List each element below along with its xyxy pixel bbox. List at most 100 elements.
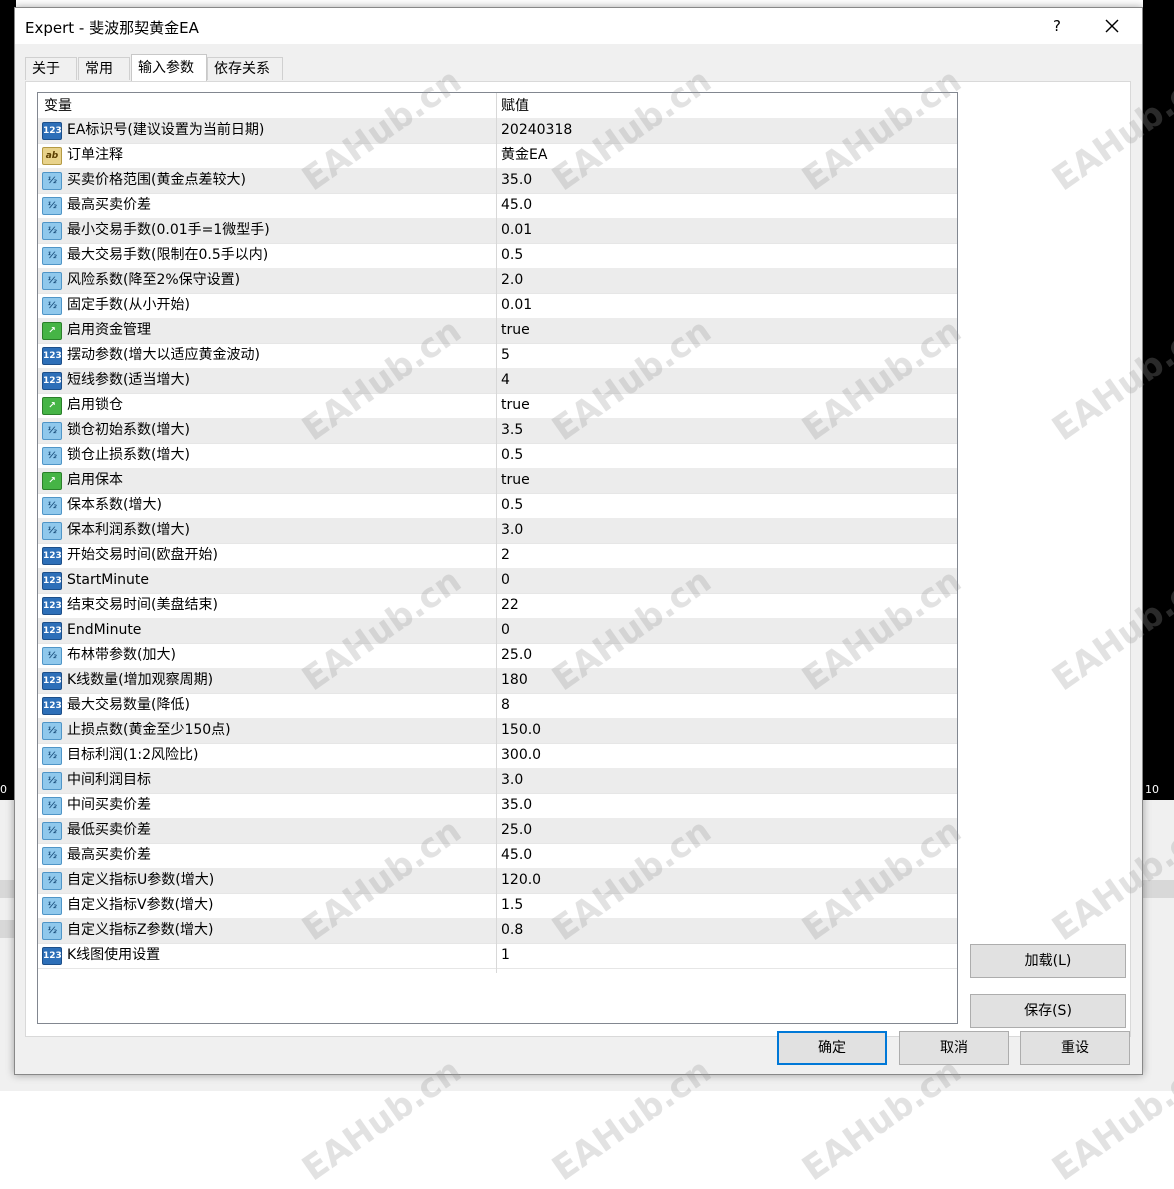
parameter-value[interactable]: true xyxy=(501,318,951,343)
int-type-icon: 123 xyxy=(42,672,62,690)
parameter-value[interactable]: 22 xyxy=(501,593,951,618)
parameter-name: 布林带参数(加大) xyxy=(67,647,176,663)
tab-common[interactable]: 常用 xyxy=(78,57,130,80)
parameter-name: 自定义指标Z参数(增大) xyxy=(67,922,214,938)
table-row[interactable]: ½ 最大交易手数(限制在0.5手以内) 0.5 xyxy=(38,243,957,269)
load-button[interactable]: 加载(L) xyxy=(970,944,1126,978)
table-row[interactable]: ½ 自定义指标Z参数(增大) 0.8 xyxy=(38,918,957,944)
table-row[interactable]: ↗ 启用资金管理 true xyxy=(38,318,957,344)
parameter-name-cell: ↗ 启用保本 xyxy=(40,468,494,493)
parameter-value[interactable]: true xyxy=(501,468,951,493)
table-row[interactable]: 123 短线参数(适当增大) 4 xyxy=(38,368,957,394)
table-row[interactable]: ½ 最低买卖价差 25.0 xyxy=(38,818,957,844)
tab-dependencies[interactable]: 依存关系 xyxy=(207,57,283,80)
parameter-name-cell: ½ 最高买卖价差 xyxy=(40,193,494,218)
parameter-value[interactable]: 0.8 xyxy=(501,918,951,943)
table-row[interactable]: ½ 最小交易手数(0.01手=1微型手) 0.01 xyxy=(38,218,957,244)
parameter-name: 最大交易数量(降低) xyxy=(67,697,190,713)
table-row[interactable]: ↗ 启用保本 true xyxy=(38,468,957,494)
parameters-grid[interactable]: 变量 赋值 123 EA标识号(建议设置为当前日期) 20240318 ab 订单注释 黄… xyxy=(37,92,958,1024)
parameter-value[interactable]: 0 xyxy=(501,618,951,643)
table-row[interactable]: ½ 最高买卖价差 45.0 xyxy=(38,193,957,219)
table-row[interactable]: ½ 中间利润目标 3.0 xyxy=(38,768,957,794)
parameter-value[interactable]: 1.5 xyxy=(501,893,951,918)
table-row[interactable]: ½ 保本利润系数(增大) 3.0 xyxy=(38,518,957,544)
parameter-value[interactable]: 2 xyxy=(501,543,951,568)
parameter-value[interactable]: 25.0 xyxy=(501,643,951,668)
parameter-value[interactable]: 3.5 xyxy=(501,418,951,443)
parameter-value[interactable]: 0.5 xyxy=(501,443,951,468)
table-row[interactable]: ½ 目标利润(1:2风险比) 300.0 xyxy=(38,743,957,769)
parameter-value[interactable]: 0.01 xyxy=(501,293,951,318)
parameter-name-cell: 123 结束交易时间(美盘结束) xyxy=(40,593,494,618)
parameter-value[interactable]: 0 xyxy=(501,568,951,593)
parameter-name: K线数量(增加观察周期) xyxy=(67,672,214,688)
table-row[interactable]: ½ 自定义指标U参数(增大) 120.0 xyxy=(38,868,957,894)
parameter-name-cell: 123 最大交易数量(降低) xyxy=(40,693,494,718)
table-row[interactable]: ½ 止损点数(黄金至少150点) 150.0 xyxy=(38,718,957,744)
table-row[interactable]: ½ 自定义指标V参数(增大) 1.5 xyxy=(38,893,957,919)
table-row[interactable]: 123 StartMinute 0 xyxy=(38,568,957,594)
parameter-name-cell: ↗ 启用锁仓 xyxy=(40,393,494,418)
parameter-value[interactable]: 0.01 xyxy=(501,218,951,243)
table-row[interactable]: ½ 锁仓初始系数(增大) 3.5 xyxy=(38,418,957,444)
table-row[interactable]: ½ 锁仓止损系数(增大) 0.5 xyxy=(38,443,957,469)
parameter-value[interactable]: 120.0 xyxy=(501,868,951,893)
parameter-value[interactable]: 35.0 xyxy=(501,793,951,818)
tab-about[interactable]: 关于 xyxy=(25,57,77,80)
table-row[interactable]: 123 EndMinute 0 xyxy=(38,618,957,644)
table-row[interactable]: 123 摆动参数(增大以适应黄金波动) 5 xyxy=(38,343,957,369)
parameter-value[interactable]: 45.0 xyxy=(501,193,951,218)
tab-inputs[interactable]: 输入参数 xyxy=(131,54,207,81)
parameter-value[interactable]: 1 xyxy=(501,943,951,968)
parameter-value[interactable]: 20240318 xyxy=(501,118,951,143)
table-row[interactable]: 123 结束交易时间(美盘结束) 22 xyxy=(38,593,957,619)
parameter-value[interactable]: 180 xyxy=(501,668,951,693)
reset-button[interactable]: 重设 xyxy=(1020,1031,1130,1065)
table-row[interactable]: ½ 最高买卖价差 45.0 xyxy=(38,843,957,869)
table-row[interactable]: ½ 风险系数(降至2%保守设置) 2.0 xyxy=(38,268,957,294)
parameter-value[interactable]: 5 xyxy=(501,343,951,368)
parameter-value[interactable]: 25.0 xyxy=(501,818,951,843)
parameter-value[interactable]: 3.0 xyxy=(501,768,951,793)
parameter-value[interactable]: 45.0 xyxy=(501,843,951,868)
parameter-value[interactable]: 8 xyxy=(501,693,951,718)
title-bar: Expert - 斐波那契黄金EA ? xyxy=(15,8,1142,44)
parameter-value[interactable]: 3.0 xyxy=(501,518,951,543)
parameter-name: 买卖价格范围(黄金点差较大) xyxy=(67,172,246,188)
parameter-value[interactable]: 2.0 xyxy=(501,268,951,293)
help-button[interactable]: ? xyxy=(1047,15,1067,37)
table-row[interactable]: 123 开始交易时间(欧盘开始) 2 xyxy=(38,543,957,569)
cancel-button[interactable]: 取消 xyxy=(899,1031,1009,1065)
ok-button[interactable]: 确定 xyxy=(777,1031,887,1065)
table-row[interactable]: 123 K线图使用设置 1 xyxy=(38,943,957,969)
table-row[interactable]: ↗ 启用锁仓 true xyxy=(38,393,957,419)
table-row[interactable]: 123 EA标识号(建议设置为当前日期) 20240318 xyxy=(38,118,957,144)
parameter-value[interactable]: 黄金EA xyxy=(501,143,951,168)
save-button[interactable]: 保存(S) xyxy=(970,994,1126,1028)
parameter-value[interactable]: 0.5 xyxy=(501,243,951,268)
parameter-name-cell: ab 订单注释 xyxy=(40,143,494,168)
background-chart-right xyxy=(1143,0,1174,800)
parameter-value[interactable]: 35.0 xyxy=(501,168,951,193)
table-row[interactable]: ½ 固定手数(从小开始) 0.01 xyxy=(38,293,957,319)
table-row[interactable]: ½ 买卖价格范围(黄金点差较大) 35.0 xyxy=(38,168,957,194)
parameter-value[interactable]: true xyxy=(501,393,951,418)
table-row[interactable]: ½ 中间买卖价差 35.0 xyxy=(38,793,957,819)
parameter-value[interactable]: 300.0 xyxy=(501,743,951,768)
parameter-name-cell: ½ 锁仓初始系数(增大) xyxy=(40,418,494,443)
table-row[interactable]: ab 订单注释 黄金EA xyxy=(38,143,957,169)
parameter-name: 锁仓止损系数(增大) xyxy=(67,447,190,463)
close-button[interactable] xyxy=(1099,13,1125,39)
table-row[interactable]: 123 K线数量(增加观察周期) 180 xyxy=(38,668,957,694)
table-row[interactable]: 123 最大交易数量(降低) 8 xyxy=(38,693,957,719)
parameter-name: 最小交易手数(0.01手=1微型手) xyxy=(67,222,270,238)
column-header-variable[interactable]: 变量 xyxy=(44,93,72,120)
parameter-value[interactable]: 0.5 xyxy=(501,493,951,518)
column-divider[interactable] xyxy=(496,93,497,973)
parameter-value[interactable]: 4 xyxy=(501,368,951,393)
table-row[interactable]: ½ 保本系数(增大) 0.5 xyxy=(38,493,957,519)
parameter-value[interactable]: 150.0 xyxy=(501,718,951,743)
table-row[interactable]: ½ 布林带参数(加大) 25.0 xyxy=(38,643,957,669)
column-header-value[interactable]: 赋值 xyxy=(501,93,529,120)
